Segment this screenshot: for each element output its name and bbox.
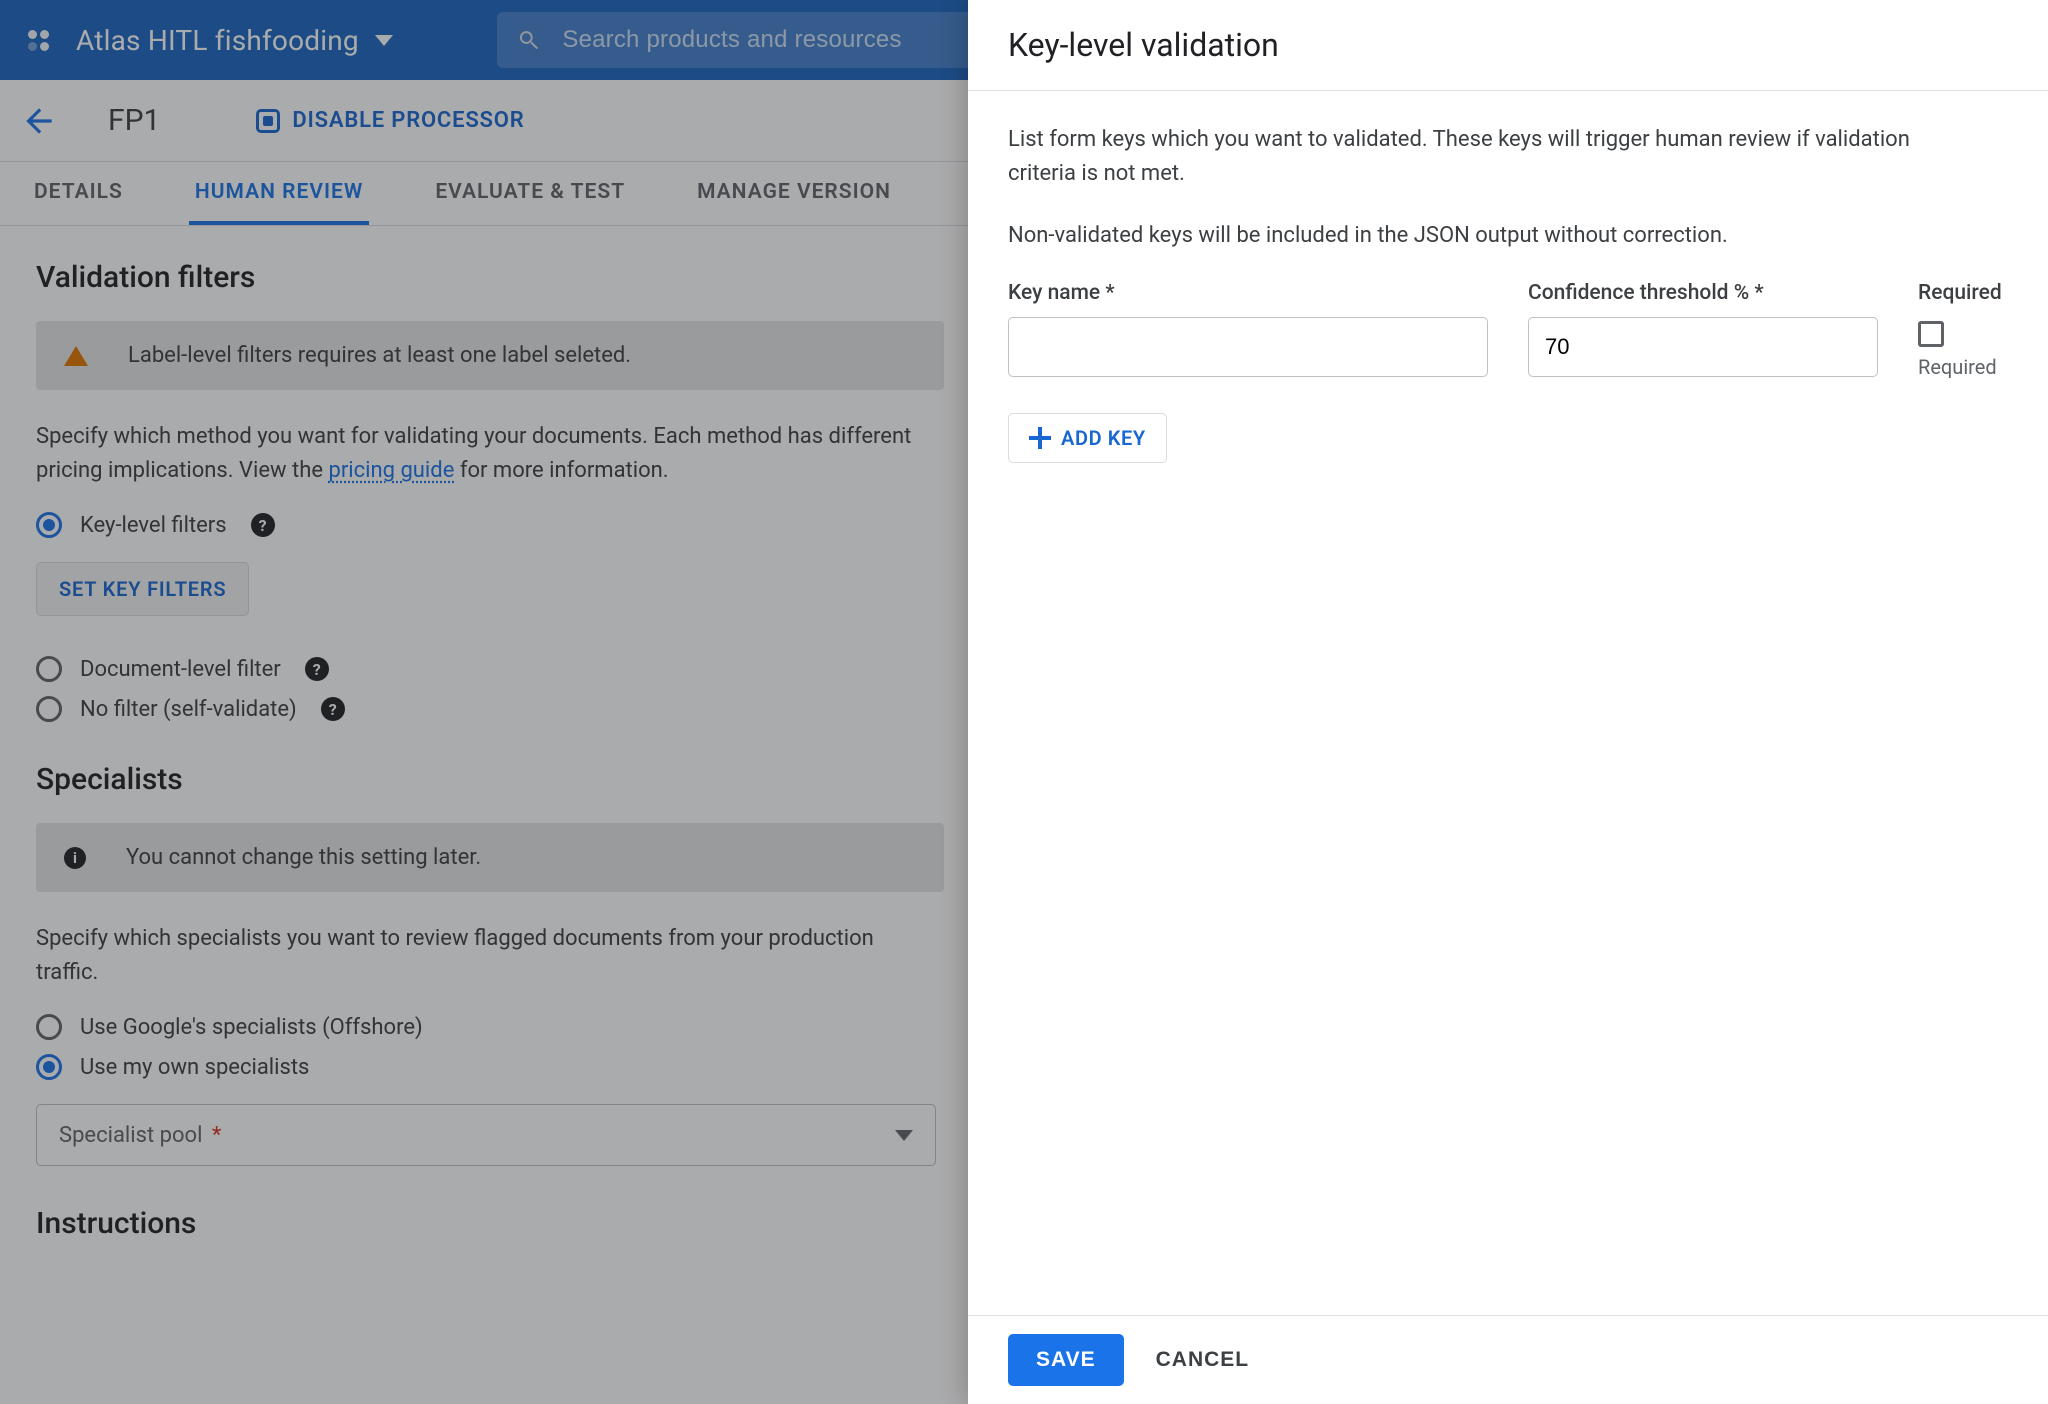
add-key-button[interactable]: ADD KEY xyxy=(1008,413,1167,463)
panel-body: List form keys which you want to validat… xyxy=(968,91,2048,1315)
key-name-column: Key name * xyxy=(1008,281,1488,377)
key-level-validation-panel: Key-level validation List form keys whic… xyxy=(968,0,2048,1404)
panel-description-2: Non-validated keys will be included in t… xyxy=(1008,219,1928,253)
key-name-label: Key name * xyxy=(1008,281,1488,305)
add-key-label: ADD KEY xyxy=(1061,426,1146,450)
required-checkbox[interactable] xyxy=(1918,321,1944,347)
required-caption: Required xyxy=(1918,355,1997,379)
panel-description-1: List form keys which you want to validat… xyxy=(1008,123,1928,191)
key-form-row: Key name * Confidence threshold % * Requ… xyxy=(1008,281,2008,379)
required-column: Required Required xyxy=(1918,281,2038,379)
panel-footer: SAVE CANCEL xyxy=(968,1315,2048,1404)
cancel-button[interactable]: CANCEL xyxy=(1156,1348,1250,1372)
threshold-column: Confidence threshold % * xyxy=(1528,281,1878,377)
required-header: Required xyxy=(1918,281,2002,305)
save-button[interactable]: SAVE xyxy=(1008,1334,1124,1386)
panel-title: Key-level validation xyxy=(968,0,2048,91)
threshold-input[interactable] xyxy=(1528,317,1878,377)
plus-icon xyxy=(1029,427,1051,449)
key-name-input[interactable] xyxy=(1008,317,1488,377)
threshold-label: Confidence threshold % * xyxy=(1528,281,1878,305)
